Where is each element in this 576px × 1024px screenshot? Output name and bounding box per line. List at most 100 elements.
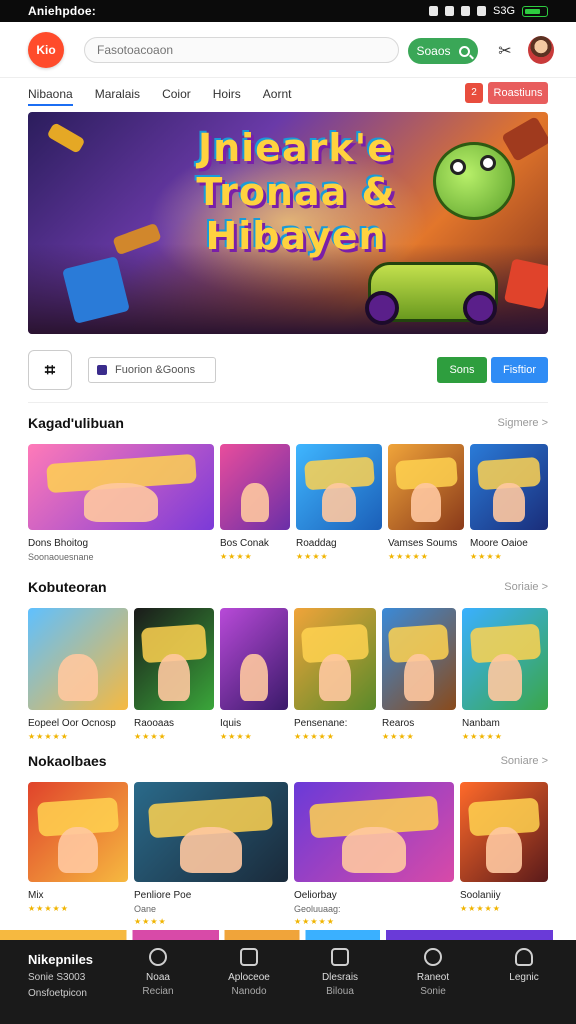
- game-name: Iquis: [220, 718, 242, 729]
- car-wheel: [365, 291, 399, 325]
- game-thumbnail: [462, 608, 548, 710]
- game-name: Vamses Soums: [388, 538, 458, 549]
- status-icons: S3G: [428, 5, 548, 17]
- bottom-nav-sublabel: Sonie: [420, 986, 446, 997]
- game-rating: ★★★★: [220, 552, 253, 561]
- game-rating: ★★★★: [382, 732, 415, 741]
- game-rating: ★★★★★: [388, 552, 429, 561]
- search-icon: [458, 45, 470, 57]
- game-rating: ★★★★★: [28, 904, 69, 913]
- game-card[interactable]: Rearos ★★★★: [382, 608, 456, 741]
- game-name: Bos Conak: [220, 538, 269, 549]
- bottom-nav-favorites[interactable]: Raneot Sonie: [393, 948, 473, 997]
- game-name: Penliore Poe: [134, 890, 192, 901]
- code-chip-icon: [97, 365, 107, 375]
- featured-banner[interactable]: Jnieark'e Tronaa & Hibayen: [28, 112, 548, 334]
- game-rating: ★★★★: [134, 917, 167, 926]
- game-section: Kagad'ulibuan Sigmere > Dons Bhoitog Soo…: [28, 412, 548, 564]
- tab-1[interactable]: Nibaona: [28, 78, 73, 110]
- game-name: Nanbam: [462, 718, 500, 729]
- game-card[interactable]: Oeliorbay Geoluuaag: ★★★★★: [294, 782, 454, 926]
- app-header: Kio Soaos ✂: [0, 22, 576, 78]
- game-thumbnail: [220, 608, 288, 710]
- game-thumbnail: [294, 782, 454, 882]
- bottom-nav-label: Raneot: [416, 972, 450, 983]
- banner-block: [501, 116, 548, 162]
- bottom-nav-sublabel: Biloua: [326, 986, 354, 997]
- game-card[interactable]: Vamses Soums ★★★★★: [388, 444, 464, 561]
- game-card[interactable]: Raooaas ★★★★: [134, 608, 214, 741]
- game-rating: ★★★★: [134, 732, 167, 741]
- game-card[interactable]: Mix ★★★★★: [28, 782, 128, 913]
- app-logo[interactable]: Kio: [28, 31, 64, 68]
- bottom-nav-profile[interactable]: Legnic: [484, 948, 564, 983]
- game-card[interactable]: Iquis ★★★★: [220, 608, 288, 741]
- game-name: Eopeel Oor Ocnosp: [28, 718, 116, 729]
- game-rating: ★★★★: [470, 552, 503, 561]
- game-thumbnail: [382, 608, 456, 710]
- bottom-nav-label: Legnic: [509, 972, 539, 983]
- section-more-link[interactable]: Soriaie >: [504, 581, 548, 593]
- signal-icon: [476, 6, 486, 16]
- search-button[interactable]: Soaos: [408, 38, 478, 64]
- section-title: Kagad'ulibuan: [28, 415, 124, 431]
- game-card[interactable]: Pensenane: ★★★★★: [294, 608, 376, 741]
- bottom-nav-store[interactable]: Aploceoe Nanodo: [209, 948, 289, 997]
- tab-4[interactable]: Hoirs: [213, 78, 241, 110]
- game-rating: ★★★★★: [460, 904, 501, 913]
- bottom-nav-library[interactable]: Dlesrais Biloua: [300, 948, 380, 997]
- status-bar: Aniehpdoe: S3G: [0, 0, 576, 22]
- game-card[interactable]: Dons Bhoitog Soonaouesnane: [28, 444, 214, 562]
- store-icon: [240, 948, 258, 966]
- brand-title: Nikepniles: [28, 952, 94, 967]
- banner-car: [365, 262, 498, 325]
- bottom-nav-label: Aploceoe: [228, 972, 270, 983]
- game-thumbnail: [28, 782, 128, 882]
- game-name: Soolaniiy: [460, 890, 501, 901]
- bottom-nav-sublabel: Recian: [142, 986, 174, 997]
- nav-action-button[interactable]: Roastiuns: [488, 82, 548, 104]
- game-section: Nokaolbaes Soniare > Mix ★★★★★ Penliore …: [28, 750, 548, 926]
- wifi-icon: [460, 6, 470, 16]
- green-action-button[interactable]: Sons: [437, 357, 487, 383]
- game-card[interactable]: Bos Conak ★★★★: [220, 444, 290, 561]
- section-more-link[interactable]: Soniare >: [501, 755, 548, 767]
- game-thumbnail: [294, 608, 376, 710]
- avatar[interactable]: [528, 36, 554, 64]
- tab-2[interactable]: Maralais: [95, 78, 140, 110]
- game-card[interactable]: Soolaniiy ★★★★★: [460, 782, 548, 913]
- game-card[interactable]: Penliore Poe Oane ★★★★: [134, 782, 288, 926]
- notification-badge[interactable]: 2: [465, 83, 483, 103]
- game-name: Raooaas: [134, 718, 175, 729]
- section-title: Kobuteoran: [28, 579, 107, 595]
- game-card[interactable]: Nanbam ★★★★★: [462, 608, 548, 741]
- tab-5[interactable]: Aornt: [263, 78, 292, 110]
- game-name: Oeliorbay: [294, 890, 337, 901]
- card-row: Eopeel Oor Ocnosp ★★★★★ Raooaas ★★★★ Iqu…: [28, 608, 548, 741]
- game-card[interactable]: Eopeel Oor Ocnosp ★★★★★: [28, 608, 128, 741]
- code-field[interactable]: Fuorion &Goons: [88, 357, 216, 383]
- search-input[interactable]: [84, 36, 399, 63]
- game-thumbnail: [220, 444, 290, 530]
- section-more-link[interactable]: Sigmere >: [498, 417, 548, 429]
- blue-action-button[interactable]: Fisftior: [491, 357, 548, 383]
- brand-subtitle-2: Onsfoetpicon: [28, 988, 87, 999]
- game-rating: ★★★★: [220, 732, 253, 741]
- game-card[interactable]: Moore Oaioe ★★★★: [470, 444, 548, 561]
- banner-block: [46, 122, 86, 154]
- bottom-brand[interactable]: Nikepniles Sonie S3003 Onsfoetpicon: [28, 952, 93, 999]
- game-name: Mix: [28, 890, 44, 901]
- qr-code-icon[interactable]: ⌗: [28, 350, 72, 390]
- banner-title: Jnieark'e Tronaa & Hibayen: [146, 126, 446, 258]
- game-card[interactable]: Roaddag ★★★★: [296, 444, 382, 561]
- logo-text: Kio: [36, 42, 56, 57]
- heart-icon: [424, 948, 442, 966]
- game-rating: ★★★★: [296, 552, 329, 561]
- tools-icon[interactable]: ✂: [494, 40, 516, 62]
- game-rating: ★★★★★: [294, 917, 335, 926]
- game-thumbnail: [388, 444, 464, 530]
- creature-eye: [450, 159, 466, 175]
- tab-3[interactable]: Coior: [162, 78, 191, 110]
- bottom-nav-search[interactable]: Noaa Recian: [118, 948, 198, 997]
- banner-block: [503, 258, 548, 310]
